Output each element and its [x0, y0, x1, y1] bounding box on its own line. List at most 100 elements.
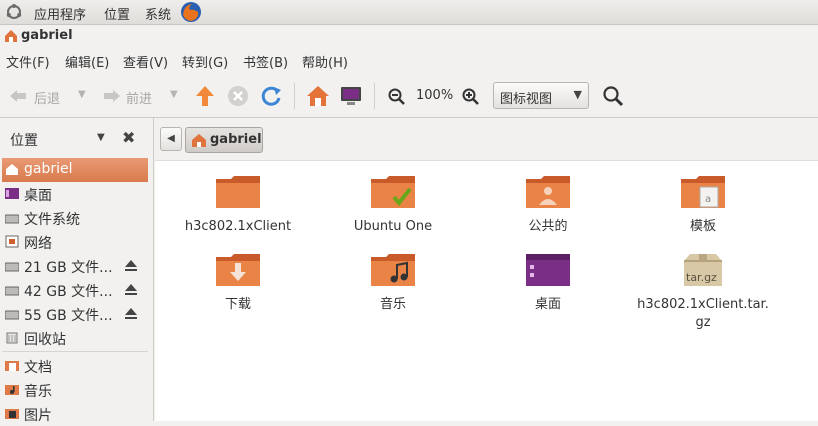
file-name: h3c802.1xClient: [184, 219, 292, 234]
stop-icon[interactable]: [227, 85, 249, 107]
sidebar-item-music[interactable]: 音乐: [2, 378, 148, 402]
back-label: 后退: [34, 92, 61, 107]
forward-label: 前进: [126, 92, 153, 107]
file-name: 公共的: [528, 219, 568, 234]
folder-icon: [216, 176, 260, 208]
documents-folder-icon: [5, 361, 19, 371]
menu-help[interactable]: 帮助(H): [302, 52, 348, 71]
breadcrumb-label: gabriel: [210, 132, 262, 147]
ubuntu-one-folder-icon: [371, 176, 415, 208]
sidebar-item-desktop[interactable]: 桌面: [2, 182, 148, 206]
menubar: 文件(F) 编辑(E) 查看(V) 转到(G) 书签(B) 帮助(H): [0, 48, 818, 72]
drive-icon: [5, 286, 19, 296]
system-menu[interactable]: 系统: [145, 4, 171, 23]
sidebar-item-trash[interactable]: 回收站: [2, 326, 148, 350]
sidebar-item-label: 音乐: [24, 384, 52, 400]
sidebar-item-home[interactable]: gabriel: [2, 158, 148, 182]
desktop-folder-icon: [526, 254, 570, 286]
toolbar-separator: [294, 83, 295, 109]
sidebar-item-label: 回收站: [24, 332, 66, 348]
ubuntu-logo-icon[interactable]: [6, 4, 22, 20]
menu-file[interactable]: 文件(F): [6, 52, 50, 71]
sidebar-item-volume-42gb[interactable]: 42 GB 文件...: [2, 278, 148, 302]
sidebar-item-filesystem[interactable]: 文件系统: [2, 206, 148, 230]
back-button[interactable]: 后退: [6, 83, 66, 109]
sidebar-item-volume-21gb[interactable]: 21 GB 文件...: [2, 254, 148, 278]
drive-icon: [5, 214, 19, 224]
firefox-icon[interactable]: [180, 1, 202, 23]
reload-icon[interactable]: [259, 84, 283, 108]
file-item-templates[interactable]: a 模板: [628, 175, 778, 236]
places-menu[interactable]: 位置: [104, 4, 130, 23]
menu-go[interactable]: 转到(G): [182, 52, 228, 71]
toolbar: 后退 ▼ 前进 ▼ 100% 图标视图 ▼: [0, 75, 818, 118]
menu-bookmarks[interactable]: 书签(B): [243, 52, 288, 71]
templates-folder-icon: a: [681, 176, 725, 208]
zoom-level: 100%: [416, 88, 454, 103]
svg-text:a: a: [705, 194, 711, 205]
forward-button[interactable]: 前进: [100, 83, 160, 109]
eject-icon[interactable]: [124, 307, 138, 320]
file-item-music[interactable]: 音乐: [318, 253, 468, 314]
home-icon[interactable]: [305, 83, 331, 109]
file-name-continuation: gz: [695, 315, 711, 330]
back-arrow-icon: [10, 90, 26, 102]
file-item-public[interactable]: 公共的: [473, 175, 623, 236]
search-icon[interactable]: [602, 85, 624, 107]
view-mode-select[interactable]: 图标视图 ▼: [493, 82, 589, 109]
sidebar-item-documents[interactable]: 文档: [2, 354, 148, 378]
network-icon: [5, 235, 19, 248]
file-name: h3c802.1xClient.tar.: [637, 297, 769, 312]
window-title-bar: gabriel: [0, 25, 818, 47]
sidebar-item-label: 桌面: [24, 188, 52, 204]
computer-icon[interactable]: [339, 84, 363, 108]
sidebar-item-label: 文档: [24, 360, 52, 376]
file-item-ubuntu-one[interactable]: Ubuntu One: [318, 175, 468, 236]
sidebar-divider: [2, 351, 148, 352]
forward-arrow-icon: [104, 90, 120, 102]
sidebar-item-label: 网络: [24, 236, 52, 252]
zoom-in-icon[interactable]: [462, 88, 480, 106]
archive-badge: tar.gz: [686, 271, 717, 284]
sidebar-item-label: 文件系统: [24, 212, 80, 228]
sidebar: 位置 ▼ ✖ gabriel 桌面 文件系统 网络 21 GB 文件... 42…: [0, 118, 154, 424]
eject-icon[interactable]: [124, 259, 138, 272]
sidebar-item-label: 21 GB 文件...: [24, 260, 113, 276]
drive-icon: [5, 262, 19, 272]
applications-menu[interactable]: 应用程序: [34, 4, 86, 23]
close-sidebar-icon[interactable]: ✖: [122, 128, 135, 147]
home-folder-icon: [5, 30, 17, 42]
menu-edit[interactable]: 编辑(E): [65, 52, 109, 71]
file-name: 桌面: [534, 297, 561, 312]
sidebar-header[interactable]: 位置: [10, 130, 38, 150]
file-view: h3c802.1xClient Ubuntu One 公共的 a 模板 下载 音…: [155, 161, 818, 421]
file-item-desktop[interactable]: 桌面: [473, 253, 623, 314]
forward-history-icon[interactable]: ▼: [170, 89, 178, 100]
trash-icon: [6, 332, 18, 344]
downloads-folder-icon: [216, 254, 260, 286]
file-item-downloads[interactable]: 下载: [163, 253, 313, 314]
menu-view[interactable]: 查看(V): [123, 52, 168, 71]
toolbar-separator: [374, 83, 375, 109]
sidebar-dropdown-icon[interactable]: ▼: [97, 132, 105, 143]
file-name: Ubuntu One: [353, 219, 433, 234]
file-name: 模板: [689, 219, 716, 234]
desktop-icon: [5, 188, 19, 199]
back-history-icon[interactable]: ▼: [78, 89, 86, 100]
sidebar-item-volume-55gb[interactable]: 55 GB 文件...: [2, 302, 148, 326]
breadcrumb-home[interactable]: gabriel: [185, 127, 263, 153]
breadcrumb-scroll-left-button[interactable]: ◀: [160, 127, 182, 151]
zoom-out-icon[interactable]: [388, 88, 406, 106]
file-name: 音乐: [379, 297, 406, 312]
up-arrow-icon[interactable]: [194, 84, 216, 108]
eject-icon[interactable]: [124, 283, 138, 296]
top-panel: 应用程序 位置 系统: [0, 0, 818, 25]
file-item-h3c-folder[interactable]: h3c802.1xClient: [163, 175, 313, 236]
file-item-archive[interactable]: tar.gz h3c802.1xClient.tar. gz: [628, 253, 778, 332]
sidebar-item-label: 55 GB 文件...: [24, 308, 113, 324]
home-folder-icon: [6, 164, 18, 175]
file-name: 下载: [224, 297, 251, 312]
sidebar-item-network[interactable]: 网络: [2, 230, 148, 254]
sidebar-item-pictures[interactable]: 图片: [2, 402, 148, 426]
window-title: gabriel: [21, 28, 73, 43]
